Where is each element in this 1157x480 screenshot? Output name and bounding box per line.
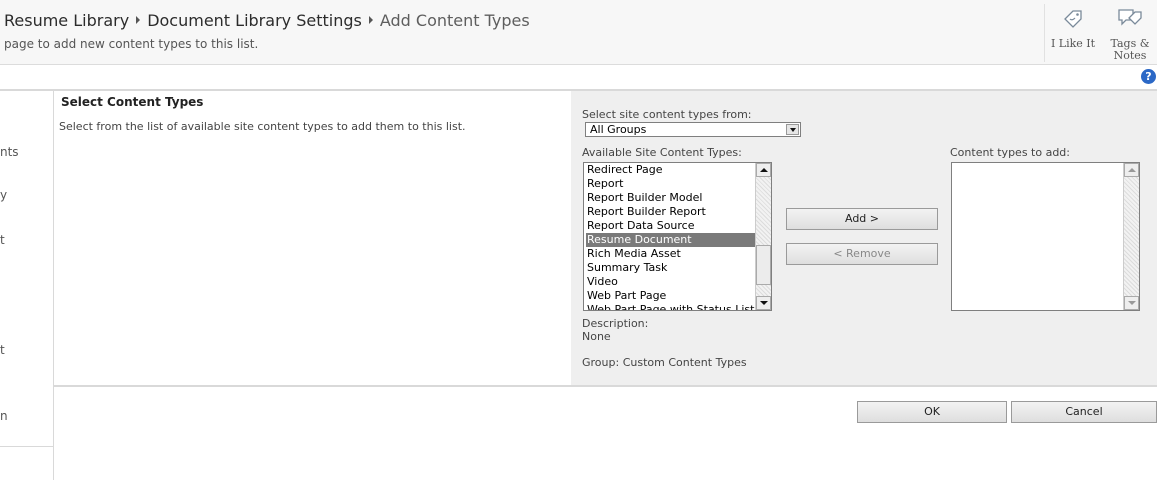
scroll-thumb[interactable] <box>756 245 771 285</box>
add-list-scrollbar[interactable] <box>1123 163 1139 310</box>
list-item[interactable]: Redirect Page <box>586 163 756 177</box>
breadcrumb: Resume Library Document Library Settings A… <box>4 11 530 30</box>
nav-item-fragment[interactable]: nts <box>0 145 19 159</box>
available-types-list[interactable]: Redirect Page Report Report Builder Mode… <box>583 162 772 311</box>
group-select[interactable]: All Groups <box>585 122 801 137</box>
group-select-value: All Groups <box>590 123 647 136</box>
page-header <box>0 0 1157 65</box>
tags-notes-button[interactable]: Tags & Notes <box>1105 2 1155 62</box>
title-strip <box>0 65 1157 91</box>
content-types-to-add-label: Content types to add: <box>950 146 1070 159</box>
scroll-up-icon[interactable] <box>756 163 771 177</box>
help-icon[interactable]: ? <box>1141 69 1156 84</box>
description-label: Description: <box>582 317 649 330</box>
scroll-up-icon[interactable] <box>1124 163 1139 177</box>
breadcrumb-separator-icon <box>136 16 141 24</box>
list-item[interactable]: Web Part Page <box>586 289 756 303</box>
i-like-it-label: I Like It <box>1050 37 1096 50</box>
section-description: Select from the list of available site c… <box>59 120 466 133</box>
nav-divider <box>0 446 53 447</box>
add-button[interactable]: Add > <box>786 208 938 230</box>
list-item-selected[interactable]: Resume Document <box>586 233 756 247</box>
nav-item-fragment[interactable]: y <box>0 188 7 202</box>
nav-item-fragment[interactable]: t <box>0 343 5 357</box>
tags-notes-icon <box>1118 9 1142 26</box>
remove-button[interactable]: < Remove <box>786 243 938 265</box>
breadcrumb-resume-library[interactable]: Resume Library <box>4 11 129 30</box>
group-select-label: Select site content types from: <box>582 108 752 121</box>
list-item[interactable]: Report Data Source <box>586 219 756 233</box>
list-item[interactable]: Rich Media Asset <box>586 247 756 261</box>
i-like-it-button[interactable]: I Like It <box>1048 2 1098 62</box>
nav-item-fragment[interactable]: n <box>0 409 8 423</box>
available-types-label: Available Site Content Types: <box>582 146 742 159</box>
group-info: Group: Custom Content Types <box>582 356 747 369</box>
ribbon-separator <box>1044 4 1045 62</box>
list-item[interactable]: Summary Task <box>586 261 756 275</box>
description-value: None <box>582 330 611 343</box>
section-title: Select Content Types <box>61 95 204 109</box>
page-description: page to add new content types to this li… <box>4 37 259 51</box>
section-divider <box>54 385 1157 387</box>
list-item[interactable]: Report Builder Model <box>586 191 756 205</box>
tag-like-icon <box>1064 10 1082 28</box>
list-item[interactable]: Web Part Page with Status List <box>586 303 756 310</box>
list-item[interactable]: Video <box>586 275 756 289</box>
scroll-down-icon[interactable] <box>1124 296 1139 310</box>
list-item[interactable]: Report <box>586 177 756 191</box>
ok-button[interactable]: OK <box>857 401 1007 423</box>
scroll-down-icon[interactable] <box>756 296 771 310</box>
breadcrumb-document-library-settings[interactable]: Document Library Settings <box>147 11 362 30</box>
nav-item-fragment[interactable]: t <box>0 233 5 247</box>
breadcrumb-current-page: Add Content Types <box>379 11 530 30</box>
dropdown-arrow-icon[interactable] <box>786 124 799 135</box>
content-types-to-add-list[interactable] <box>951 162 1140 311</box>
tags-notes-label: Tags & Notes <box>1110 37 1150 62</box>
list-item[interactable]: Report Builder Report <box>586 205 756 219</box>
breadcrumb-separator-icon <box>368 16 373 24</box>
available-list-scrollbar[interactable] <box>755 163 771 310</box>
cancel-button[interactable]: Cancel <box>1011 401 1157 423</box>
